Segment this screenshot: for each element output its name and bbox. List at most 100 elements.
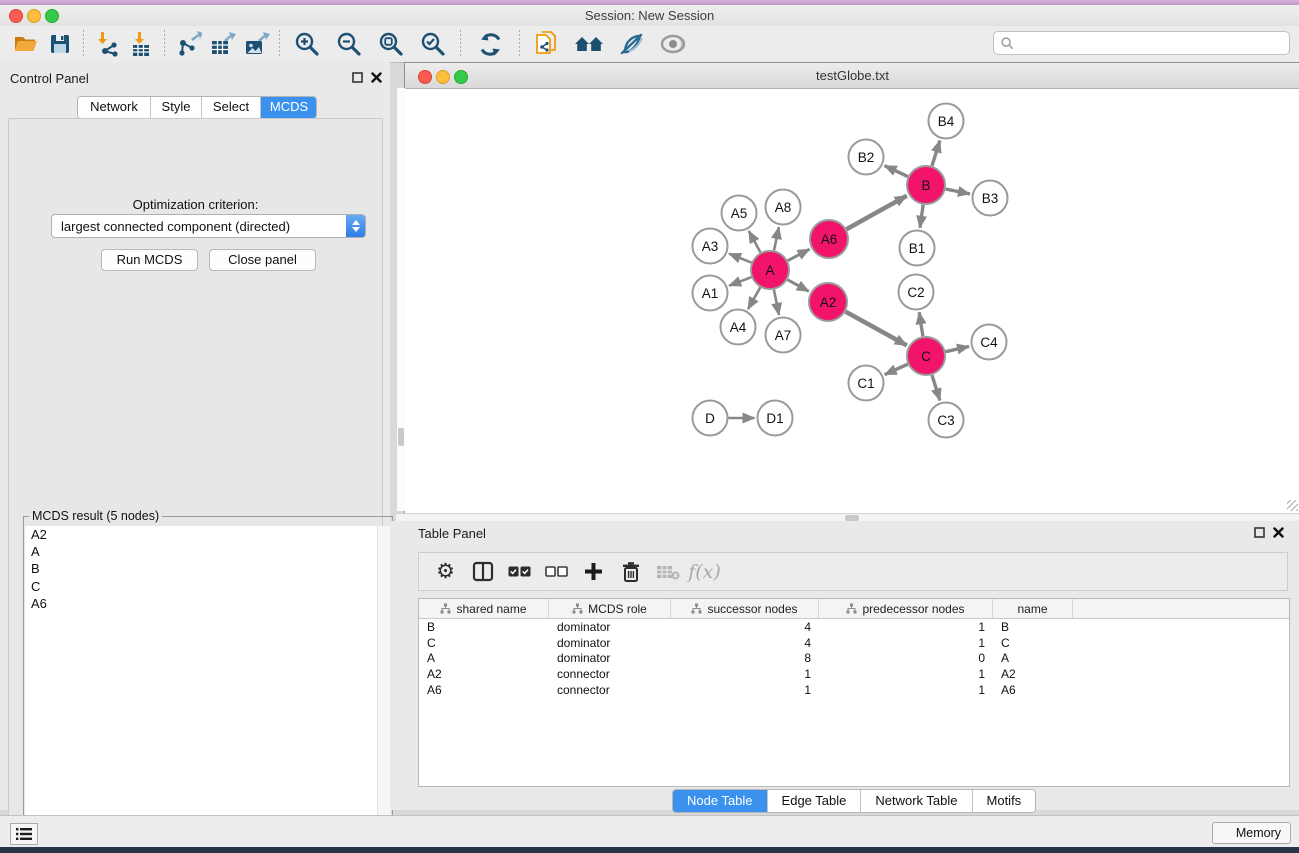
zoom-selected-button[interactable] [416,29,450,59]
cell-name[interactable]: A6 [993,683,1073,697]
node-table[interactable]: shared nameMCDS rolesuccessor nodesprede… [418,598,1290,787]
resize-grip-icon[interactable] [1287,500,1298,511]
edge-B-B4[interactable] [932,141,940,166]
export-table-button[interactable] [205,29,239,59]
network-file-button[interactable] [530,29,564,59]
edge-A-A6[interactable] [788,249,810,260]
edge-A-A2[interactable] [788,280,809,292]
edge-C-C3[interactable] [932,375,940,400]
edge-C-C1[interactable] [885,364,908,374]
close-panel-icon[interactable] [1273,527,1284,538]
edge-A-A5[interactable] [749,231,761,252]
mcds-result-list[interactable]: A2ABCA6 [25,526,391,850]
show-columns-button[interactable] [464,556,501,588]
table-settings-button[interactable]: ⚙ [427,556,464,588]
column-header-predecessor-nodes[interactable]: predecessor nodes [819,599,993,618]
export-network-button[interactable] [171,29,205,59]
tab-select[interactable]: Select [202,97,261,118]
cell-predecessor-nodes[interactable]: 0 [819,651,993,665]
edge-A-A1[interactable] [729,277,751,286]
float-panel-icon[interactable] [352,72,363,83]
cell-predecessor-nodes[interactable]: 1 [819,667,993,681]
tab-style[interactable]: Style [151,97,202,118]
float-panel-icon[interactable] [1254,527,1265,538]
deselect-all-button[interactable] [538,556,575,588]
close-panel-icon[interactable] [371,72,382,83]
edge-B-B1[interactable] [920,205,923,228]
network-vertical-scrollbar[interactable] [396,88,405,511]
column-header-shared-name[interactable]: shared name [419,599,549,618]
vertical-scroll-thumb[interactable] [398,428,404,446]
cell-name[interactable]: A [993,651,1073,665]
cell-MCDS-role[interactable]: dominator [549,636,671,650]
home-button[interactable] [572,29,606,59]
result-scrollbar[interactable] [377,526,391,850]
open-session-button[interactable] [9,29,43,59]
import-table-file-button[interactable] [124,29,158,59]
cell-MCDS-role[interactable]: dominator [549,620,671,634]
fit-content-button[interactable] [374,29,408,59]
tab-node-table[interactable]: Node Table [673,790,768,812]
table-row[interactable]: Bdominator41B [419,619,1289,635]
table-row[interactable]: Cdominator41C [419,635,1289,651]
function-builder-button[interactable]: f(x) [686,556,723,588]
tab-motifs[interactable]: Motifs [973,790,1036,812]
criterion-select[interactable]: largest connected component (directed) [51,214,366,238]
search-field[interactable] [993,31,1290,55]
edge-A-A8[interactable] [774,227,779,250]
run-mcds-button[interactable]: Run MCDS [101,249,198,271]
search-input[interactable] [1018,35,1289,51]
network-graph[interactable]: B4B2BB3A8A5A6A3B1AC2A1A2A4A7C4CC1DD1C3 [405,89,1298,512]
save-session-button[interactable] [43,29,77,59]
main-titlebar[interactable]: Session: New Session [0,5,1299,26]
delete-table-button[interactable] [649,556,686,588]
network-canvas[interactable]: B4B2BB3A8A5A6A3B1AC2A1A2A4A7C4CC1DD1C3 [405,89,1298,512]
cell-shared-name[interactable]: B [419,620,549,634]
cell-shared-name[interactable]: A2 [419,667,549,681]
network-window-titlebar[interactable]: testGlobe.txt [405,63,1299,89]
zoom-in-button[interactable] [290,29,324,59]
cell-successor-nodes[interactable]: 1 [671,667,819,681]
birds-eye-view-button[interactable] [656,29,690,59]
cell-predecessor-nodes[interactable]: 1 [819,683,993,697]
edge-A-A7[interactable] [774,290,779,315]
export-image-button[interactable] [239,29,273,59]
tab-mcds[interactable]: MCDS [261,97,317,118]
cell-shared-name[interactable]: A [419,651,549,665]
result-item[interactable]: B [25,560,391,577]
task-history-button[interactable] [10,823,38,845]
cell-successor-nodes[interactable]: 8 [671,651,819,665]
edge-B-B3[interactable] [946,189,970,194]
cell-predecessor-nodes[interactable]: 1 [819,636,993,650]
apply-layout-button[interactable] [473,29,507,59]
hide-graphics-details-button[interactable] [614,29,648,59]
memory-button[interactable]: Memory [1212,822,1291,844]
edge-A-A4[interactable] [748,287,760,309]
close-panel-button[interactable]: Close panel [209,249,316,271]
cell-name[interactable]: C [993,636,1073,650]
edge-C-C2[interactable] [919,312,923,336]
zoom-out-button[interactable] [332,29,366,59]
result-item[interactable]: A [25,543,391,560]
edge-A2-C[interactable] [846,312,907,346]
tab-network-table[interactable]: Network Table [861,790,972,812]
edge-C-C4[interactable] [946,346,969,351]
tab-edge-table[interactable]: Edge Table [768,790,862,812]
add-row-button[interactable] [575,556,612,588]
edge-A6-B[interactable] [846,196,906,230]
cell-MCDS-role[interactable]: connector [549,667,671,681]
cell-name[interactable]: B [993,620,1073,634]
cell-shared-name[interactable]: A6 [419,683,549,697]
table-row[interactable]: A2connector11A2 [419,666,1289,682]
cell-predecessor-nodes[interactable]: 1 [819,620,993,634]
cell-successor-nodes[interactable]: 1 [671,683,819,697]
cell-MCDS-role[interactable]: dominator [549,651,671,665]
delete-row-button[interactable] [612,556,649,588]
column-header-MCDS-role[interactable]: MCDS role [549,599,671,618]
edge-B-B2[interactable] [885,166,908,177]
cell-shared-name[interactable]: C [419,636,549,650]
table-row[interactable]: Adominator80A [419,650,1289,666]
column-header-name[interactable]: name [993,599,1073,618]
cell-successor-nodes[interactable]: 4 [671,620,819,634]
result-item[interactable]: A2 [25,526,391,543]
